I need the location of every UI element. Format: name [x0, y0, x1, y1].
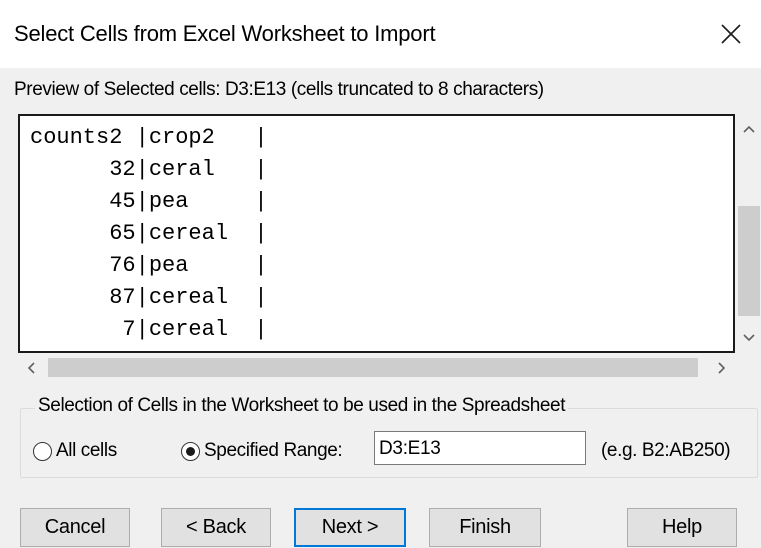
window-title: Select Cells from Excel Worksheet to Imp…	[14, 21, 436, 46]
group-legend: Selection of Cells in the Worksheet to b…	[35, 395, 569, 417]
vertical-scrollbar[interactable]	[737, 114, 761, 353]
cancel-button[interactable]: Cancel	[20, 508, 130, 547]
preview-line: 32|ceral |	[30, 157, 268, 182]
radio-circle	[181, 441, 200, 461]
preview-line: 76|pea |	[30, 253, 268, 278]
vertical-scroll-thumb[interactable]	[738, 206, 760, 316]
chevron-right-icon	[718, 362, 726, 374]
all-cells-label: All cells	[56, 440, 117, 461]
preview-pane[interactable]: counts2 |crop2 | 32|ceral | 45|pea | 65|…	[18, 114, 735, 353]
preview-line: counts2 |crop2 |	[30, 125, 268, 150]
horizontal-scrollbar[interactable]	[18, 355, 735, 381]
scroll-down-button[interactable]	[737, 327, 761, 349]
range-hint: (e.g. B2:AB250)	[601, 440, 731, 461]
chevron-up-icon	[743, 125, 755, 133]
cell-selection-group: Selection of Cells in the Worksheet to b…	[20, 395, 758, 478]
preview-line: 7|cereal |	[30, 317, 268, 342]
radio-selected-dot	[186, 446, 195, 456]
close-icon	[721, 24, 741, 44]
finish-button[interactable]: Finish	[429, 508, 541, 547]
title-bar: Select Cells from Excel Worksheet to Imp…	[0, 0, 761, 68]
chevron-down-icon	[743, 334, 755, 342]
radio-circle	[33, 441, 52, 461]
help-button[interactable]: Help	[627, 508, 737, 547]
specified-range-label: Specified Range:	[204, 440, 343, 461]
back-button[interactable]: < Back	[161, 508, 271, 547]
all-cells-radio[interactable]: All cells	[33, 440, 117, 462]
preview-line: 87|cereal |	[30, 285, 268, 310]
preview-label: Preview of Selected cells: D3:E13 (cells…	[14, 79, 544, 100]
horizontal-scroll-thumb[interactable]	[48, 358, 698, 377]
scroll-left-button[interactable]	[18, 355, 44, 381]
range-input[interactable]	[374, 431, 586, 465]
preview-line: 45|pea |	[30, 189, 268, 214]
specified-range-radio[interactable]: Specified Range:	[181, 440, 343, 462]
scroll-up-button[interactable]	[737, 118, 761, 140]
dialog-body: Preview of Selected cells: D3:E13 (cells…	[0, 68, 761, 548]
preview-line: 65|cereal |	[30, 221, 268, 246]
next-button[interactable]: Next >	[294, 508, 406, 547]
chevron-left-icon	[27, 362, 35, 374]
scroll-right-button[interactable]	[709, 355, 735, 381]
close-button[interactable]	[701, 8, 761, 60]
